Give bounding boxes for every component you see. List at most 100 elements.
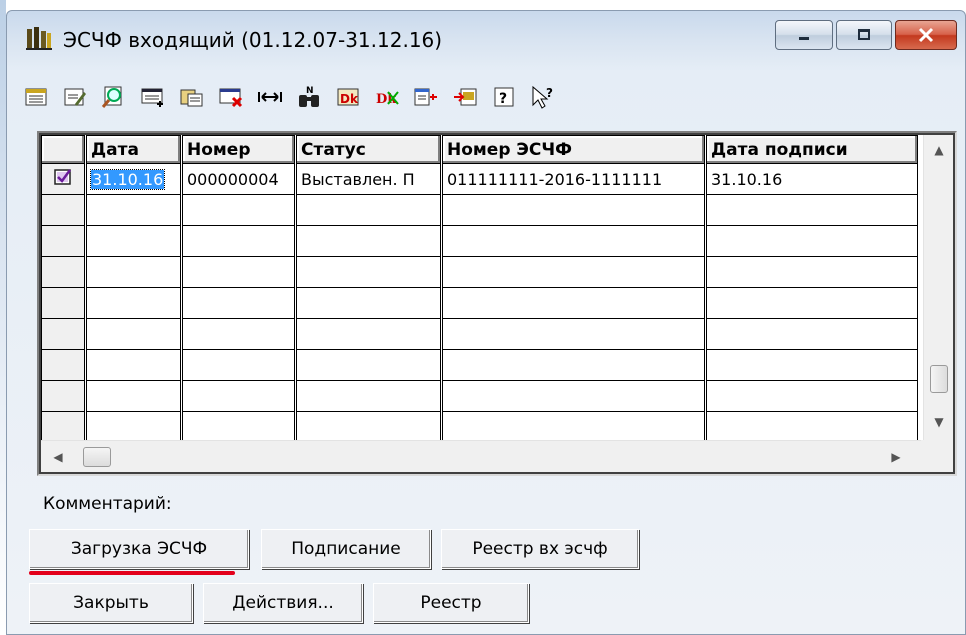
help-icon[interactable]: ?: [489, 82, 519, 112]
empty-cell[interactable]: [84, 256, 182, 288]
empty-cell[interactable]: [180, 411, 296, 443]
empty-row[interactable]: [41, 318, 918, 350]
empty-cell[interactable]: [294, 194, 442, 226]
empty-cell[interactable]: [180, 225, 296, 257]
column-header-status[interactable]: Статус: [294, 135, 442, 164]
empty-row[interactable]: [41, 225, 918, 257]
empty-cell[interactable]: [704, 318, 918, 350]
search-icon[interactable]: [99, 82, 129, 112]
cell-status[interactable]: Выставлен. П: [294, 163, 442, 195]
empty-cell[interactable]: [294, 318, 442, 350]
empty-cell[interactable]: [180, 194, 296, 226]
cell-esf-number[interactable]: 011111111-2016-1111111: [440, 163, 706, 195]
empty-cell[interactable]: [440, 349, 706, 381]
empty-cell[interactable]: [84, 380, 182, 412]
cell-number[interactable]: 000000004: [180, 163, 296, 195]
vertical-scrollbar[interactable]: ▲ ▼: [923, 135, 953, 440]
empty-row[interactable]: [41, 194, 918, 226]
credit-icon[interactable]: Dk: [372, 82, 402, 112]
empty-cell[interactable]: [84, 349, 182, 381]
scroll-left-icon[interactable]: ◀: [51, 449, 65, 465]
column-header-number[interactable]: Номер: [180, 135, 296, 164]
empty-cell[interactable]: [84, 194, 182, 226]
empty-cell[interactable]: [440, 380, 706, 412]
empty-cell[interactable]: [440, 318, 706, 350]
empty-cell[interactable]: [440, 194, 706, 226]
actions-button[interactable]: Действия...: [203, 583, 363, 623]
empty-cell[interactable]: [180, 349, 296, 381]
scroll-right-icon[interactable]: ▶: [889, 449, 903, 465]
comment-label: Комментарий:: [43, 494, 172, 514]
debit-icon[interactable]: Dk: [333, 82, 363, 112]
empty-row[interactable]: [41, 349, 918, 381]
incoming-registry-button[interactable]: Реестр вх эсчф: [441, 529, 639, 569]
empty-cell[interactable]: [84, 411, 182, 443]
horizontal-scroll-thumb[interactable]: [83, 447, 111, 467]
vertical-scroll-thumb[interactable]: [930, 365, 948, 393]
empty-cell[interactable]: [180, 380, 296, 412]
empty-cell[interactable]: [294, 380, 442, 412]
list-icon[interactable]: [21, 82, 51, 112]
row-checkbox[interactable]: [41, 163, 86, 195]
row-indicator: [41, 380, 86, 412]
add-row-icon[interactable]: [138, 82, 168, 112]
column-header-sign-date[interactable]: Дата подписи: [704, 135, 918, 164]
scroll-up-icon[interactable]: ▲: [932, 143, 946, 157]
empty-cell[interactable]: [704, 411, 918, 443]
load-esf-button[interactable]: Загрузка ЭСЧФ: [29, 529, 249, 569]
maximize-button[interactable]: [836, 20, 892, 50]
empty-cell[interactable]: [704, 287, 918, 319]
find-icon[interactable]: N: [294, 82, 324, 112]
column-header-date[interactable]: Дата: [84, 135, 182, 164]
empty-cell[interactable]: [440, 287, 706, 319]
row-indicator: [41, 411, 86, 443]
minimize-button[interactable]: [775, 20, 833, 50]
empty-cell[interactable]: [440, 225, 706, 257]
cell-sign-date[interactable]: 31.10.16: [704, 163, 918, 195]
export-icon[interactable]: [411, 82, 441, 112]
empty-cell[interactable]: [294, 287, 442, 319]
empty-cell[interactable]: [180, 256, 296, 288]
empty-cell[interactable]: [440, 411, 706, 443]
empty-cell[interactable]: [294, 225, 442, 257]
context-help-icon[interactable]: ?: [528, 82, 558, 112]
checkbox-checked-icon: [54, 169, 72, 190]
empty-cell[interactable]: [180, 287, 296, 319]
edit-icon[interactable]: [60, 82, 90, 112]
empty-cell[interactable]: [84, 287, 182, 319]
close-button[interactable]: Закрыть: [29, 583, 193, 623]
registry-button[interactable]: Реестр: [373, 583, 529, 623]
empty-cell[interactable]: [84, 318, 182, 350]
horizontal-scrollbar[interactable]: ◀ ▶: [41, 440, 921, 472]
empty-cell[interactable]: [704, 225, 918, 257]
row-indicator: [41, 225, 86, 257]
empty-cell[interactable]: [180, 318, 296, 350]
empty-row[interactable]: [41, 287, 918, 319]
empty-cell[interactable]: [704, 349, 918, 381]
empty-cell[interactable]: [704, 194, 918, 226]
import-icon[interactable]: [450, 82, 480, 112]
delete-icon[interactable]: [216, 82, 246, 112]
close-window-button[interactable]: [895, 20, 957, 50]
empty-row[interactable]: [41, 411, 918, 443]
empty-cell[interactable]: [294, 256, 442, 288]
fit-width-icon[interactable]: [255, 82, 285, 112]
empty-row[interactable]: [41, 380, 918, 412]
window-title: ЭСЧФ входящий (01.12.07-31.12.16): [63, 28, 443, 52]
empty-row[interactable]: [41, 256, 918, 288]
copy-icon[interactable]: [177, 82, 207, 112]
empty-cell[interactable]: [704, 380, 918, 412]
empty-cell[interactable]: [704, 256, 918, 288]
empty-cell[interactable]: [84, 225, 182, 257]
sign-button[interactable]: Подписание: [261, 529, 431, 569]
close-icon: [896, 21, 956, 49]
svg-text:N: N: [306, 86, 314, 96]
scroll-down-icon[interactable]: ▼: [932, 415, 946, 429]
title-bar[interactable]: ЭСЧФ входящий (01.12.07-31.12.16): [7, 11, 965, 67]
table-row[interactable]: 31.10.16 000000004 Выставлен. П 01111111…: [41, 163, 918, 195]
empty-cell[interactable]: [440, 256, 706, 288]
empty-cell[interactable]: [294, 349, 442, 381]
empty-cell[interactable]: [294, 411, 442, 443]
cell-date[interactable]: 31.10.16: [84, 163, 182, 195]
column-header-esf-number[interactable]: Номер ЭСЧФ: [440, 135, 706, 164]
